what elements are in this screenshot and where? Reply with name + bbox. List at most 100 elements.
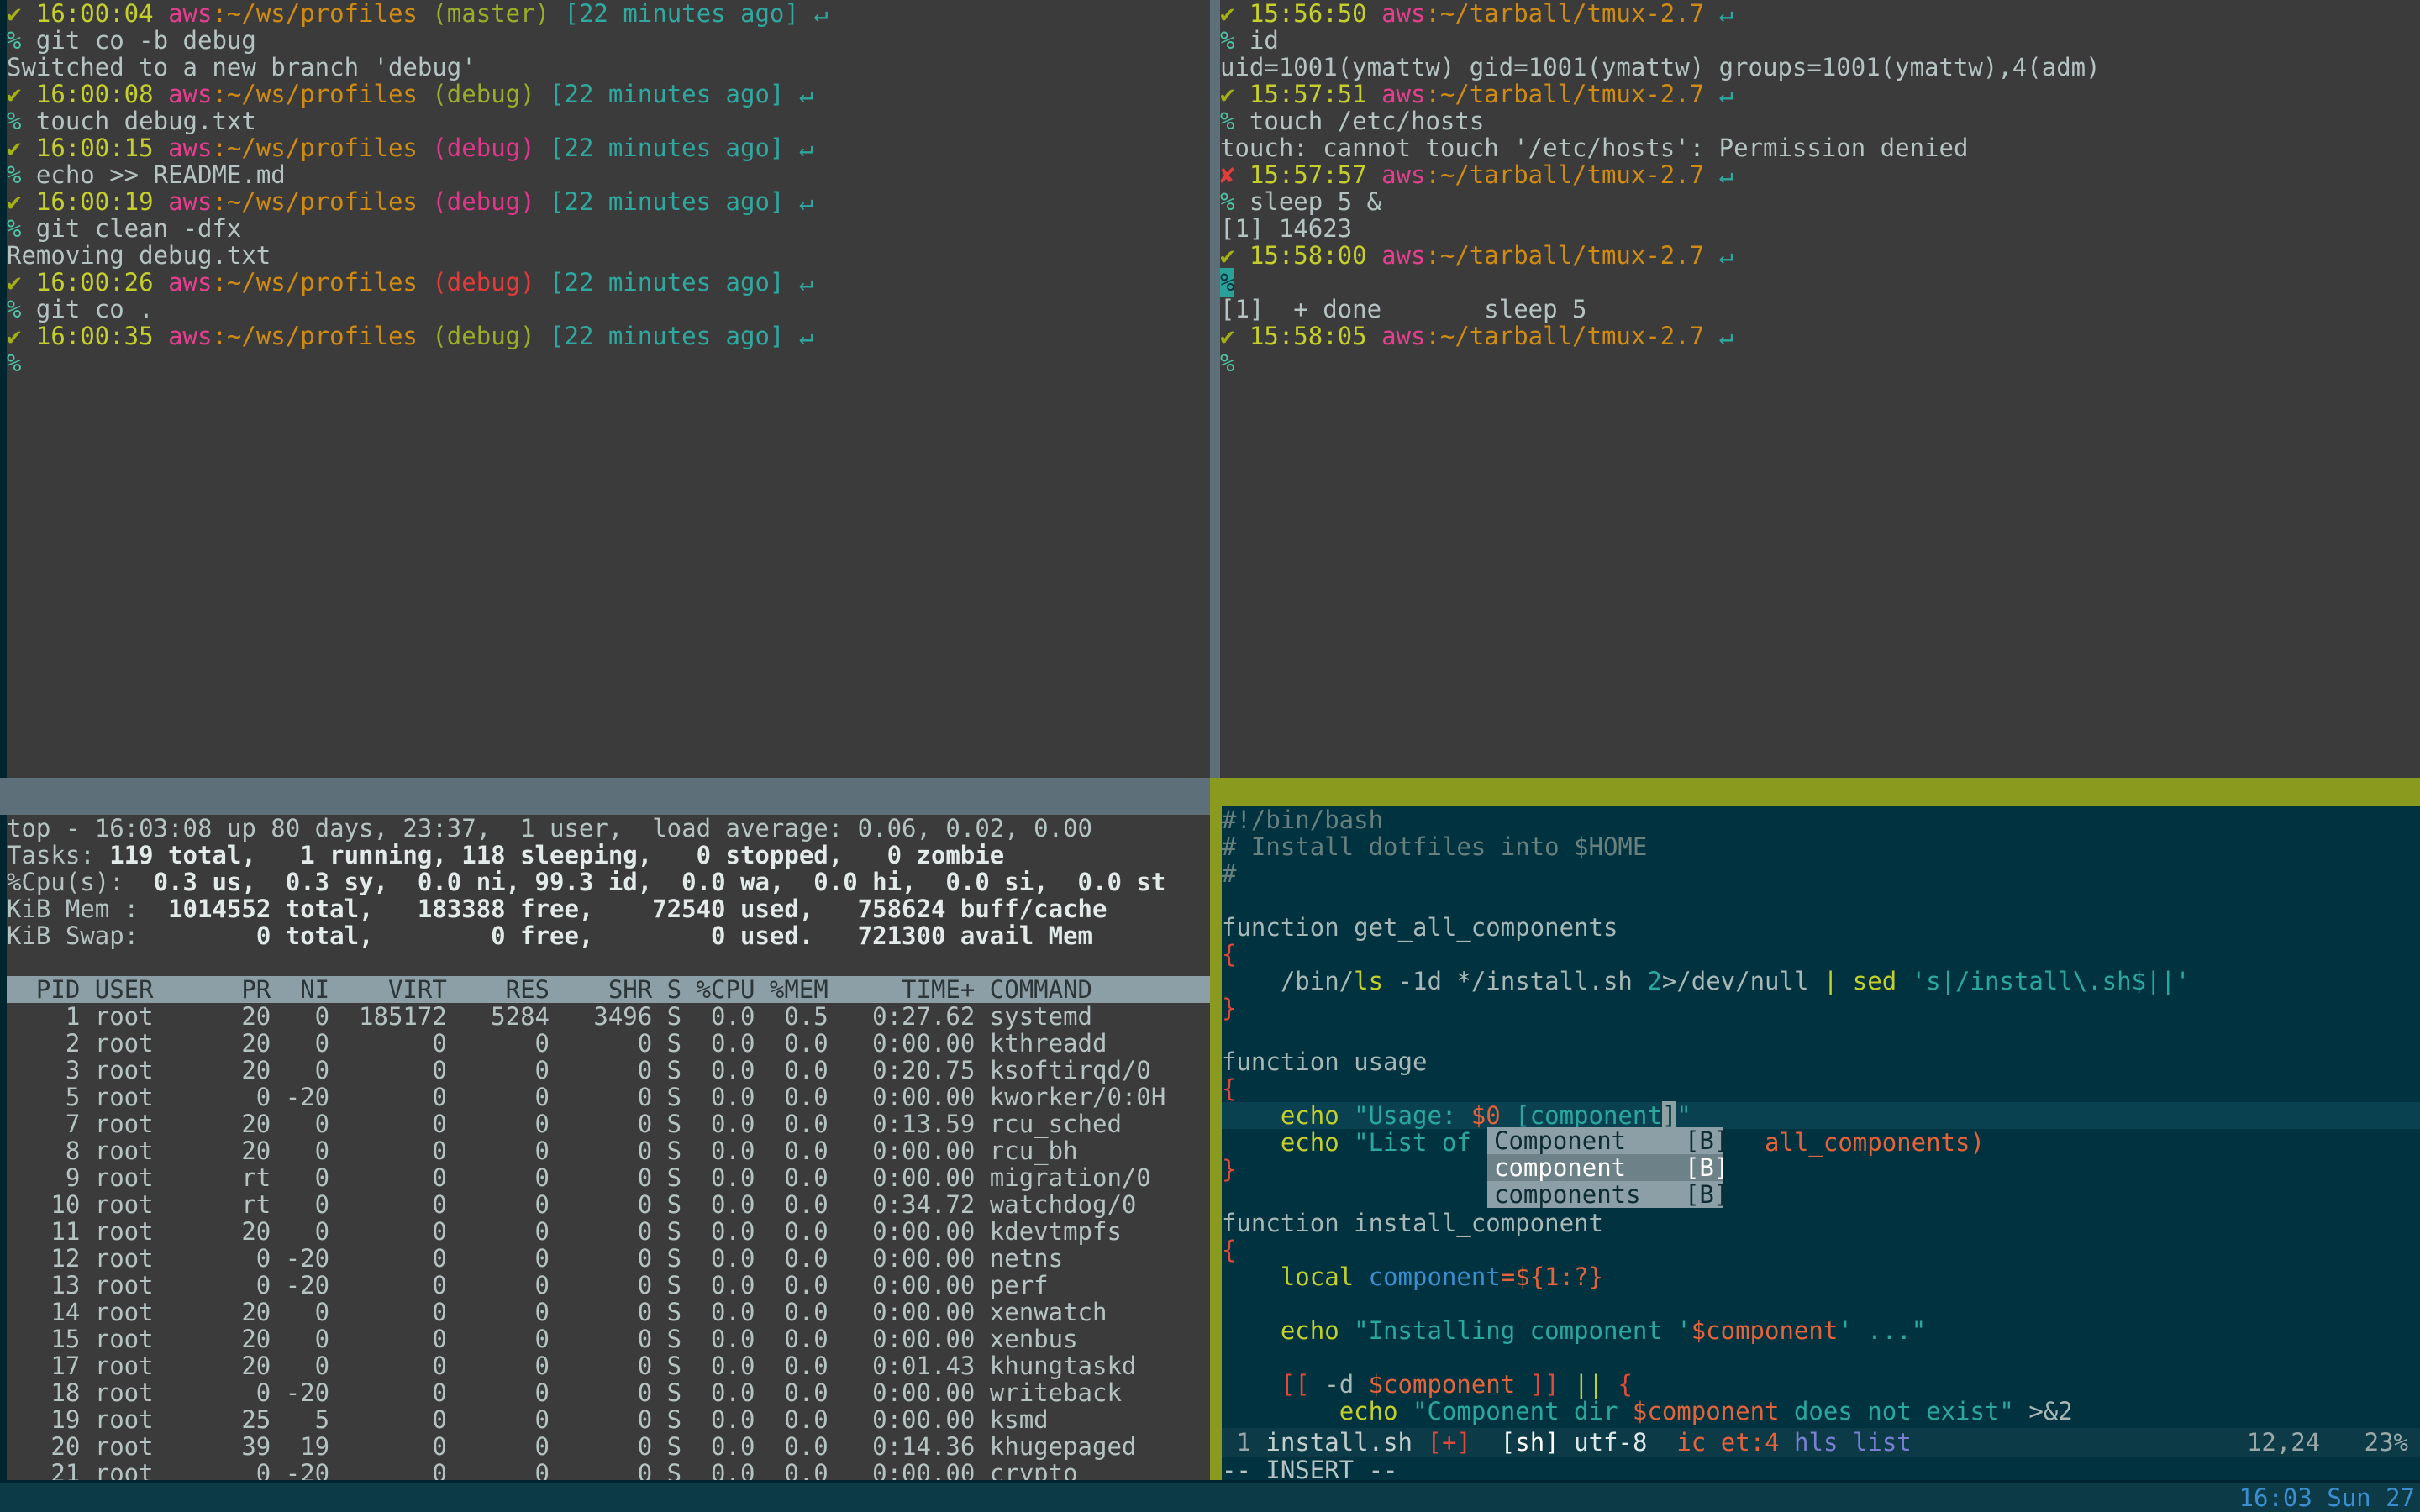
terminal-line: ✔ 16:00:15 aws:~/ws/profiles (debug) [22… xyxy=(7,134,1210,161)
prompt-path: :~/ws/profiles xyxy=(212,80,418,108)
terminal-line: ✔ 16:00:35 aws:~/ws/profiles (debug) [22… xyxy=(7,323,1210,349)
pane-active-border-top xyxy=(1210,778,2420,806)
top-table-row: 2 root 20 0 0 0 0 S 0.0 0.0 0:00.00 kthr… xyxy=(7,1030,1210,1057)
text: does not exist" xyxy=(1779,1397,2029,1425)
prompt-time-ago: [22 minutes ago] xyxy=(534,322,785,350)
text: sed xyxy=(1852,967,1912,995)
prompt-return-icon: ↵ xyxy=(1704,80,1734,108)
text: "Usage: xyxy=(1354,1101,1471,1130)
prompt-sigil: % xyxy=(7,349,22,377)
prompt-status-icon: ✔ xyxy=(7,80,22,108)
top-table-row: 20 root 39 19 0 0 0 S 0.0 0.0 0:14.36 kh… xyxy=(7,1433,1210,1460)
top-row-text: 7 root 20 0 0 0 0 S 0.0 0.0 0:13.59 rcu_… xyxy=(7,1110,1122,1138)
top-row-text: 13 root 0 -20 0 0 0 S 0.0 0.0 0:00.00 pe… xyxy=(7,1271,1049,1299)
completion-item[interactable]: Component [B] xyxy=(1487,1127,1728,1154)
completion-popup[interactable]: Component [B] component [B] components [B] xyxy=(1487,1127,1728,1208)
text: [component xyxy=(1500,1101,1662,1130)
text: >&2 xyxy=(2028,1397,2073,1425)
prompt-git-branch: (debug) xyxy=(417,268,535,297)
prompt-sigil: % xyxy=(7,295,22,323)
prompt-git-branch: (debug) xyxy=(417,322,535,350)
vim-buffer-line: local component=${1:?} xyxy=(1222,1263,2420,1290)
prompt-time: 15:56:50 xyxy=(1234,0,1367,28)
prompt-host: aws xyxy=(1366,160,1426,189)
top-tasks-value: 119 total, 1 running, 118 sleeping, 0 st… xyxy=(109,841,1005,869)
pane-shell-profiles[interactable]: ✔ 16:00:04 aws:~/ws/profiles (master) [2… xyxy=(7,0,1210,778)
prompt-time-ago: [22 minutes ago] xyxy=(534,80,785,108)
pane-vim[interactable]: #!/bin/bash # Install dotfiles into $HOME… xyxy=(1222,806,2420,1480)
top-table-row: 15 root 20 0 0 0 0 S 0.0 0.0 0:00.00 xen… xyxy=(7,1326,1210,1352)
top-mem-label: KiB Mem : xyxy=(7,895,139,923)
command-text: git co . xyxy=(21,295,154,323)
command-text: sleep 5 & xyxy=(1234,187,1382,216)
terminal-line: % git co -b debug xyxy=(7,27,1210,54)
terminal-line: Removing debug.txt xyxy=(7,242,1210,269)
prompt-return-icon: ↵ xyxy=(798,0,829,28)
statusline-list: list xyxy=(1852,1428,1912,1457)
command-text: git co -b debug xyxy=(21,26,256,55)
prompt-time-ago: [22 minutes ago] xyxy=(534,134,785,162)
prompt-sigil-cursor: % xyxy=(1220,268,1235,297)
prompt-path: :~/ws/profiles xyxy=(212,134,418,162)
top-row-text: 18 root 0 -20 0 0 0 S 0.0 0.0 0:00.00 wr… xyxy=(7,1378,1122,1407)
text xyxy=(1222,1370,1281,1399)
top-uptime: top - 16:03:08 up 80 days, 23:37, 1 user… xyxy=(7,815,1093,843)
vim-brace: } xyxy=(1222,1155,1237,1184)
terminal-line: ✔ 15:57:51 aws:~/tarball/tmux-2.7 ↵ xyxy=(1220,81,2420,108)
vim-buffer-line: { xyxy=(1222,941,2420,968)
text: all_components) xyxy=(1765,1128,1985,1157)
command-output: uid=1001(ymattw) gid=1001(ymattw) groups… xyxy=(1220,53,2101,81)
text: ]] xyxy=(1515,1370,1575,1399)
text: local xyxy=(1222,1263,1369,1291)
prompt-time: 15:57:57 xyxy=(1234,160,1367,189)
top-row-text: 19 root 25 5 0 0 0 S 0.0 0.0 0:00.00 ksm… xyxy=(7,1405,1049,1434)
pane-shell-tmux-source[interactable]: ✔ 15:56:50 aws:~/tarball/tmux-2.7 ↵% id u… xyxy=(1220,0,2420,778)
vim-buffer-line: } xyxy=(1222,1156,2420,1183)
top-tasks-line: Tasks: 119 total, 1 running, 118 sleepin… xyxy=(7,842,1210,869)
top-row-text: 12 root 0 -20 0 0 0 S 0.0 0.0 0:00.00 ne… xyxy=(7,1244,1064,1273)
terminal-line: ✔ 16:00:19 aws:~/ws/profiles (debug) [22… xyxy=(7,188,1210,215)
prompt-time: 16:00:19 xyxy=(21,187,154,216)
prompt-status-icon: ✔ xyxy=(1220,322,1235,350)
prompt-path: :~/tarball/tmux-2.7 xyxy=(1425,241,1705,270)
terminal-line: [1] + done sleep 5 xyxy=(1220,296,2420,323)
tmux-status-bar[interactable]: @aws S-F1 1 profiles:vim * 2 profiles:ba… xyxy=(0,1483,2420,1512)
prompt-time: 16:00:08 xyxy=(21,80,154,108)
text: =${1:?} xyxy=(1500,1263,1603,1291)
pane-divider-horizontal[interactable] xyxy=(0,778,1210,815)
top-table-row: 7 root 20 0 0 0 0 S 0.0 0.0 0:13.59 rcu_… xyxy=(7,1110,1210,1137)
top-row-text: 8 root 20 0 0 0 0 S 0.0 0.0 0:00.00 rcu_… xyxy=(7,1137,1078,1165)
text: | xyxy=(1823,967,1853,995)
terminal-line: % touch /etc/hosts xyxy=(1220,108,2420,134)
pane-top-monitor[interactable]: top - 16:03:08 up 80 days, 23:37, 1 user… xyxy=(7,815,1210,1480)
vim-function-decl: function usage xyxy=(1222,1047,1428,1076)
top-table-row: 5 root 0 -20 0 0 0 S 0.0 0.0 0:00.00 kwo… xyxy=(7,1084,1210,1110)
text: || xyxy=(1574,1370,1618,1399)
prompt-host: aws xyxy=(153,187,213,216)
text: /bin/ xyxy=(1222,967,1355,995)
top-table-row: 17 root 20 0 0 0 0 S 0.0 0.0 0:01.43 khu… xyxy=(7,1352,1210,1379)
pane-divider-vertical[interactable] xyxy=(1210,0,1220,781)
text: component xyxy=(1368,1263,1501,1291)
text: ls xyxy=(1354,967,1384,995)
completion-item[interactable]: components [B] xyxy=(1487,1181,1728,1208)
prompt-path: :~/tarball/tmux-2.7 xyxy=(1425,160,1705,189)
top-row-text: 9 root rt 0 0 0 0 S 0.0 0.0 0:00.00 migr… xyxy=(7,1163,1151,1192)
prompt-path: :~/ws/profiles xyxy=(212,187,418,216)
prompt-status-icon: ✔ xyxy=(1220,80,1235,108)
prompt-status-icon: ✔ xyxy=(7,187,22,216)
vim-brace: } xyxy=(1222,994,1237,1022)
text: >/dev/null xyxy=(1661,967,1823,995)
terminal-line: ✔ 15:58:00 aws:~/tarball/tmux-2.7 ↵ xyxy=(1220,242,2420,269)
vim-buffer-line: } xyxy=(1222,995,2420,1021)
vim-buffer-line xyxy=(1222,1183,2420,1210)
command-text: id xyxy=(1234,26,1279,55)
completion-item[interactable]: component [B] xyxy=(1487,1154,1728,1181)
prompt-status-icon: ✔ xyxy=(7,134,22,162)
text: 's|/install\.sh$||' xyxy=(1911,967,2191,995)
top-row-text: 10 root rt 0 0 0 0 S 0.0 0.0 0:34.72 wat… xyxy=(7,1190,1137,1219)
prompt-time-ago: [22 minutes ago] xyxy=(534,187,785,216)
top-table-row: 13 root 0 -20 0 0 0 S 0.0 0.0 0:00.00 pe… xyxy=(7,1272,1210,1299)
vim-statusline: 1 install.sh [+] [sh] utf-8 ic et:4 hls … xyxy=(1222,1428,2420,1457)
terminal-line: ✔ 16:00:04 aws:~/ws/profiles (master) [2… xyxy=(7,0,1210,27)
